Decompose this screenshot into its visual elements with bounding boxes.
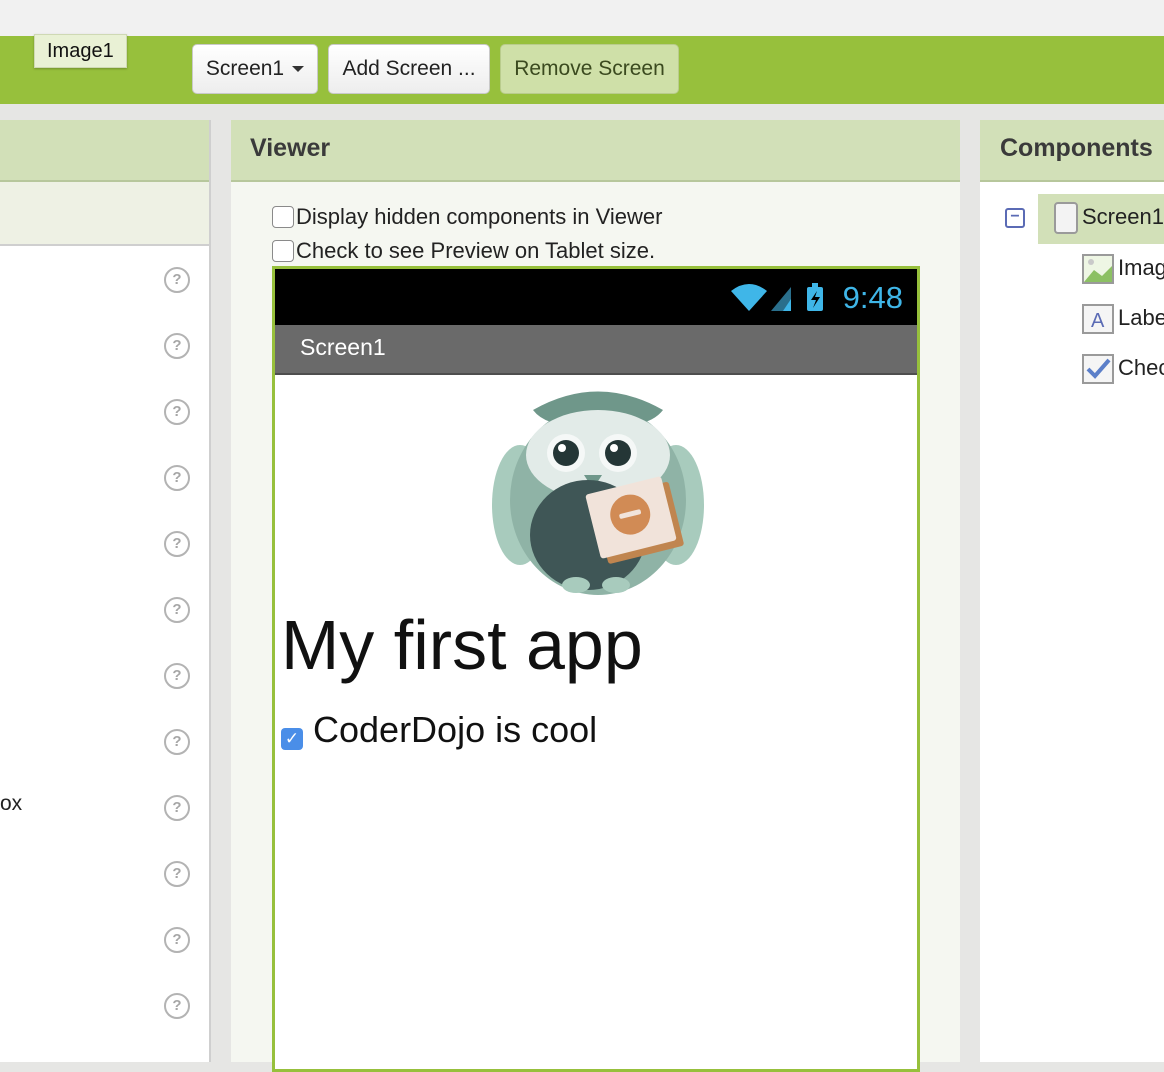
- help-icon[interactable]: ?: [164, 993, 190, 1019]
- help-icon[interactable]: ?: [164, 399, 190, 425]
- collapse-icon[interactable]: −: [1005, 208, 1025, 228]
- screen-dropdown-button[interactable]: Screen1: [192, 44, 318, 94]
- status-bar: 9:48: [275, 269, 917, 325]
- help-icon[interactable]: ?: [164, 531, 190, 557]
- viewer-title: Viewer: [250, 134, 331, 162]
- checkbox-icon: [1082, 354, 1114, 384]
- viewer-header: Viewer: [231, 120, 960, 182]
- app-screen-title: Screen1: [300, 334, 386, 360]
- help-icon[interactable]: ?: [164, 729, 190, 755]
- help-icon[interactable]: ?: [164, 795, 190, 821]
- hidden-components-checkbox[interactable]: [272, 206, 294, 228]
- owl-image[interactable]: [488, 385, 708, 595]
- help-icon[interactable]: ?: [164, 267, 190, 293]
- screen-dropdown-label: Screen1: [205, 57, 285, 80]
- palette-header: [0, 120, 209, 182]
- wifi-signal-icon: [731, 283, 823, 311]
- phone-preview: 9:48 Screen1 My first app ✓ CoderDojo is …: [272, 266, 920, 1072]
- help-icon[interactable]: ?: [164, 465, 190, 491]
- components-title: Components: [1000, 134, 1153, 162]
- palette-search-bar: [0, 182, 209, 246]
- help-icon[interactable]: ?: [164, 927, 190, 953]
- help-icon[interactable]: ?: [164, 861, 190, 887]
- components-panel: Components − Screen1 Imag A Labe Chec: [980, 120, 1164, 1062]
- tree-item-label: Screen1: [1082, 203, 1164, 229]
- app-checkbox[interactable]: ✓ CoderDojo is cool: [281, 709, 597, 751]
- components-header: Components: [980, 120, 1164, 182]
- svg-text:A: A: [1091, 310, 1105, 332]
- label-icon: A: [1082, 304, 1114, 334]
- top-strip: [0, 0, 1164, 37]
- screen-icon: [1054, 202, 1078, 234]
- tree-item-label: Labe: [1118, 304, 1164, 330]
- app-heading-label: My first app: [281, 606, 643, 684]
- tree-item-checkbox[interactable]: Chec: [1082, 354, 1164, 384]
- tree-item-image[interactable]: Imag: [1082, 254, 1164, 284]
- checkmark-icon[interactable]: ✓: [281, 728, 303, 750]
- hidden-components-row: Display hidden components in Viewer: [272, 204, 662, 230]
- hidden-components-label: Display hidden components in Viewer: [296, 204, 663, 229]
- image-icon: [1082, 254, 1114, 284]
- chevron-down-icon: [292, 66, 305, 73]
- status-time: 9:48: [842, 280, 903, 315]
- tablet-preview-row: Check to see Preview on Tablet size.: [272, 238, 655, 264]
- palette-item-label[interactable]: ox: [0, 792, 22, 816]
- palette-panel: ? ? ? ? ? ? ? ? ? ? ? ? ox: [0, 120, 211, 1062]
- tree-item-screen1[interactable]: Screen1: [1054, 202, 1164, 234]
- tree-item-label: Imag: [1118, 254, 1164, 280]
- add-screen-button[interactable]: Add Screen ...: [328, 44, 490, 94]
- tablet-preview-label: Check to see Preview on Tablet size.: [296, 238, 656, 263]
- app-checkbox-label: CoderDojo is cool: [313, 709, 598, 750]
- app-title-bar: Screen1: [275, 325, 917, 375]
- tree-item-label[interactable]: A Labe: [1082, 304, 1164, 334]
- tablet-preview-checkbox[interactable]: [272, 240, 294, 262]
- tree-item-label: Chec: [1118, 354, 1164, 380]
- help-icon[interactable]: ?: [164, 333, 190, 359]
- tooltip: Image1: [34, 34, 127, 68]
- remove-screen-button[interactable]: Remove Screen: [500, 44, 679, 94]
- help-icon[interactable]: ?: [164, 663, 190, 689]
- help-icon[interactable]: ?: [164, 597, 190, 623]
